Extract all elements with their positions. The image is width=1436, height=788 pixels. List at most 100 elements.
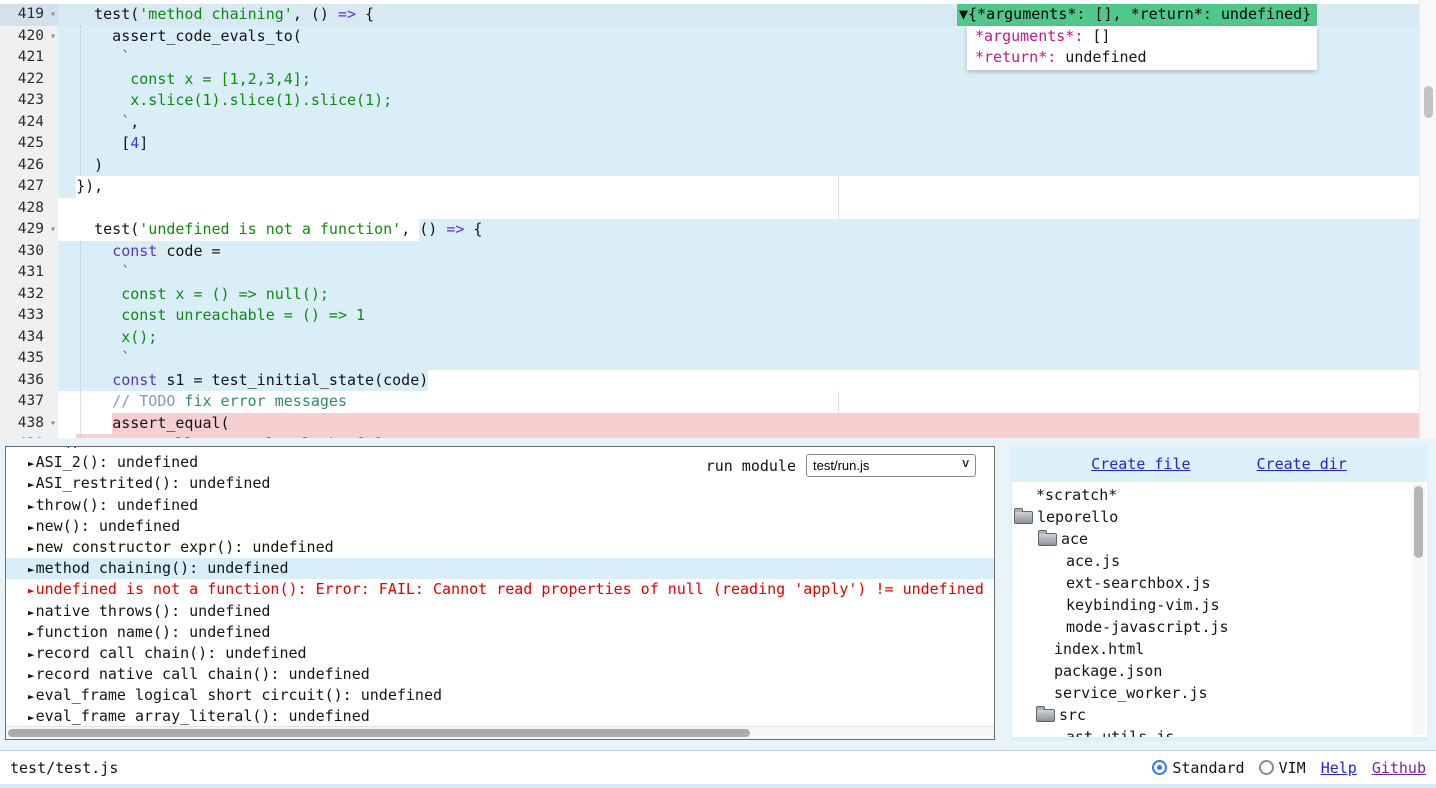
triangle-icon[interactable]: ► (28, 478, 35, 491)
tooltip-row[interactable]: *return*: undefined (975, 47, 1309, 69)
code-text[interactable]: }), (58, 176, 1420, 198)
file-tree-item[interactable]: package.json (1012, 660, 1427, 682)
file-tree-item[interactable]: src (1012, 704, 1427, 726)
triangle-icon[interactable]: ► (28, 606, 35, 619)
code-text[interactable]: const unreachable = () => 1 (58, 305, 1420, 327)
github-link[interactable]: Github (1372, 759, 1426, 777)
file-tree-item[interactable]: *scratch* (1012, 484, 1427, 506)
test-result-item[interactable]: ►throw(): undefined (6, 495, 994, 516)
code-line[interactable]: 433 const unreachable = () => 1 (0, 305, 1420, 327)
line-number: 430 (0, 241, 58, 263)
code-text[interactable]: const x = [1,2,3,4]; (58, 69, 1420, 91)
mode-radio-standard[interactable]: Standard (1152, 759, 1244, 777)
code-line[interactable]: 424 `, (0, 112, 1420, 134)
test-result-item[interactable]: ►new(): undefined (6, 516, 994, 537)
code-line[interactable]: 423 x.slice(1).slice(1).slice(1); (0, 90, 1420, 112)
code-line[interactable]: 430 const code = (0, 241, 1420, 263)
code-line[interactable]: 428 (0, 198, 1420, 220)
test-result-item[interactable]: ►native throws(): undefined (6, 601, 994, 622)
triangle-icon[interactable]: ► (28, 542, 35, 555)
files-scrollbar[interactable] (1412, 484, 1425, 735)
triangle-icon[interactable]: ► (28, 690, 35, 703)
value-tooltip-header[interactable]: ▼{*arguments*: [], *return*: undefined} (957, 4, 1317, 26)
code-text[interactable]: x(); (58, 327, 1420, 349)
code-line[interactable]: 422 const x = [1,2,3,4]; (0, 69, 1420, 91)
code-text[interactable]: assert_equal( (58, 413, 1420, 435)
code-text[interactable]: ) (58, 155, 1420, 177)
code-line[interactable]: 437 // TODO fix error messages (0, 391, 1420, 413)
file-tree-item[interactable]: ext-searchbox.js (1012, 572, 1427, 594)
editor-scrollbar[interactable] (1419, 0, 1436, 438)
code-line[interactable]: 426 ) (0, 155, 1420, 177)
code-line[interactable]: 434 x(); (0, 327, 1420, 349)
triangle-icon[interactable]: ► (28, 521, 35, 534)
code-line[interactable]: 429▾ test('undefined is not a function',… (0, 219, 1420, 241)
radio-icon[interactable] (1152, 760, 1167, 775)
test-result-item[interactable]: ►method chaining(): undefined (6, 558, 994, 579)
triangle-icon[interactable]: ► (28, 711, 35, 724)
code-text[interactable]: const code = (58, 241, 1420, 263)
code-line[interactable]: 427 }), (0, 176, 1420, 198)
console-hscrollbar-thumb[interactable] (8, 729, 750, 737)
create-dir-link[interactable]: Create dir (1257, 455, 1347, 473)
code-text[interactable]: test('undefined is not a function', () =… (58, 219, 1420, 241)
code-line[interactable]: 435 ` (0, 348, 1420, 370)
code-text[interactable]: ` (58, 348, 1420, 370)
code-line[interactable]: 438▾ assert_equal( (0, 413, 1420, 435)
status-bar-right: Standard VIM Help Github (1152, 759, 1426, 777)
fold-arrow-icon[interactable]: ▾ (50, 414, 56, 434)
file-tree-item[interactable]: index.html (1012, 638, 1427, 660)
code-text[interactable]: x.slice(1).slice(1).slice(1); (58, 90, 1420, 112)
file-tree-item[interactable]: leporello (1012, 506, 1427, 528)
test-result-item[interactable]: ►undefined is not a function(): Error: F… (6, 579, 994, 600)
fold-arrow-icon[interactable]: ▾ (50, 5, 56, 25)
code-editor[interactable]: 419▾ test('method chaining', () => {420▾… (0, 0, 1436, 438)
triangle-icon[interactable]: ► (28, 648, 35, 661)
code-line[interactable]: 436 const s1 = test_initial_state(code) (0, 370, 1420, 392)
create-file-link[interactable]: Create file (1091, 455, 1190, 473)
editor-scrollbar-thumb[interactable] (1424, 86, 1433, 118)
code-text[interactable]: // TODO fix error messages (58, 391, 1420, 413)
mode-radio-vim[interactable]: VIM (1259, 759, 1306, 777)
test-result-item[interactable]: ►new constructor expr(): undefined (6, 537, 994, 558)
triangle-icon[interactable]: ► (28, 584, 35, 597)
files-scrollbar-thumb[interactable] (1414, 486, 1423, 558)
test-result-item[interactable]: ►function name(): undefined (6, 622, 994, 643)
code-text[interactable]: ` (58, 262, 1420, 284)
code-text[interactable]: const s1 = test_initial_state(code) (58, 370, 1420, 392)
code-token: ` (121, 262, 130, 284)
radio-icon[interactable] (1259, 760, 1274, 775)
fold-arrow-icon[interactable]: ▾ (50, 220, 56, 240)
file-tree-item[interactable]: ace (1012, 528, 1427, 550)
help-link[interactable]: Help (1321, 759, 1357, 777)
triangle-icon[interactable]: ► (28, 446, 35, 449)
file-tree-item[interactable]: service_worker.js (1012, 682, 1427, 704)
triangle-icon[interactable]: ► (28, 500, 35, 513)
tooltip-row[interactable]: *arguments*: [] (975, 26, 1309, 48)
code-text[interactable]: [4] (58, 133, 1420, 155)
code-text[interactable]: const x = () => null(); (58, 284, 1420, 306)
code-text[interactable]: `, (58, 112, 1420, 134)
test-result-item[interactable]: ►record native call chain(): undefined (6, 664, 994, 685)
code-line[interactable]: 431 ` (0, 262, 1420, 284)
file-tree-item[interactable]: ace.js (1012, 550, 1427, 572)
file-tree-item[interactable]: mode-javascript.js (1012, 616, 1427, 638)
console-hscrollbar[interactable] (6, 726, 994, 739)
file-tree-item[interactable]: ast_utils.js (1012, 726, 1427, 737)
code-token: 'undefined is not a function' (139, 219, 401, 241)
code-line[interactable]: 425 [4] (0, 133, 1420, 155)
triangle-icon[interactable]: ► (28, 627, 35, 640)
test-result-item[interactable]: ►eval_frame logical short circuit(): und… (6, 685, 994, 706)
code-token: fix error messages (175, 391, 347, 413)
file-tree: *scratch*leporelloaceace.jsext-searchbox… (1012, 482, 1427, 737)
fold-arrow-icon[interactable]: ▾ (50, 27, 56, 47)
test-result-item[interactable]: ►record call chain(): undefined (6, 643, 994, 664)
code-line[interactable]: 432 const x = () => null(); (0, 284, 1420, 306)
triangle-icon[interactable]: ► (28, 457, 35, 470)
code-text[interactable] (58, 198, 1420, 220)
file-tree-item[interactable]: keybinding-vim.js (1012, 594, 1427, 616)
triangle-icon[interactable]: ► (28, 669, 35, 682)
run-module-select[interactable]: test/run.js (806, 454, 976, 477)
test-result-item[interactable]: ►eval_frame array_literal(): undefined (6, 706, 994, 727)
triangle-icon[interactable]: ► (28, 563, 35, 576)
